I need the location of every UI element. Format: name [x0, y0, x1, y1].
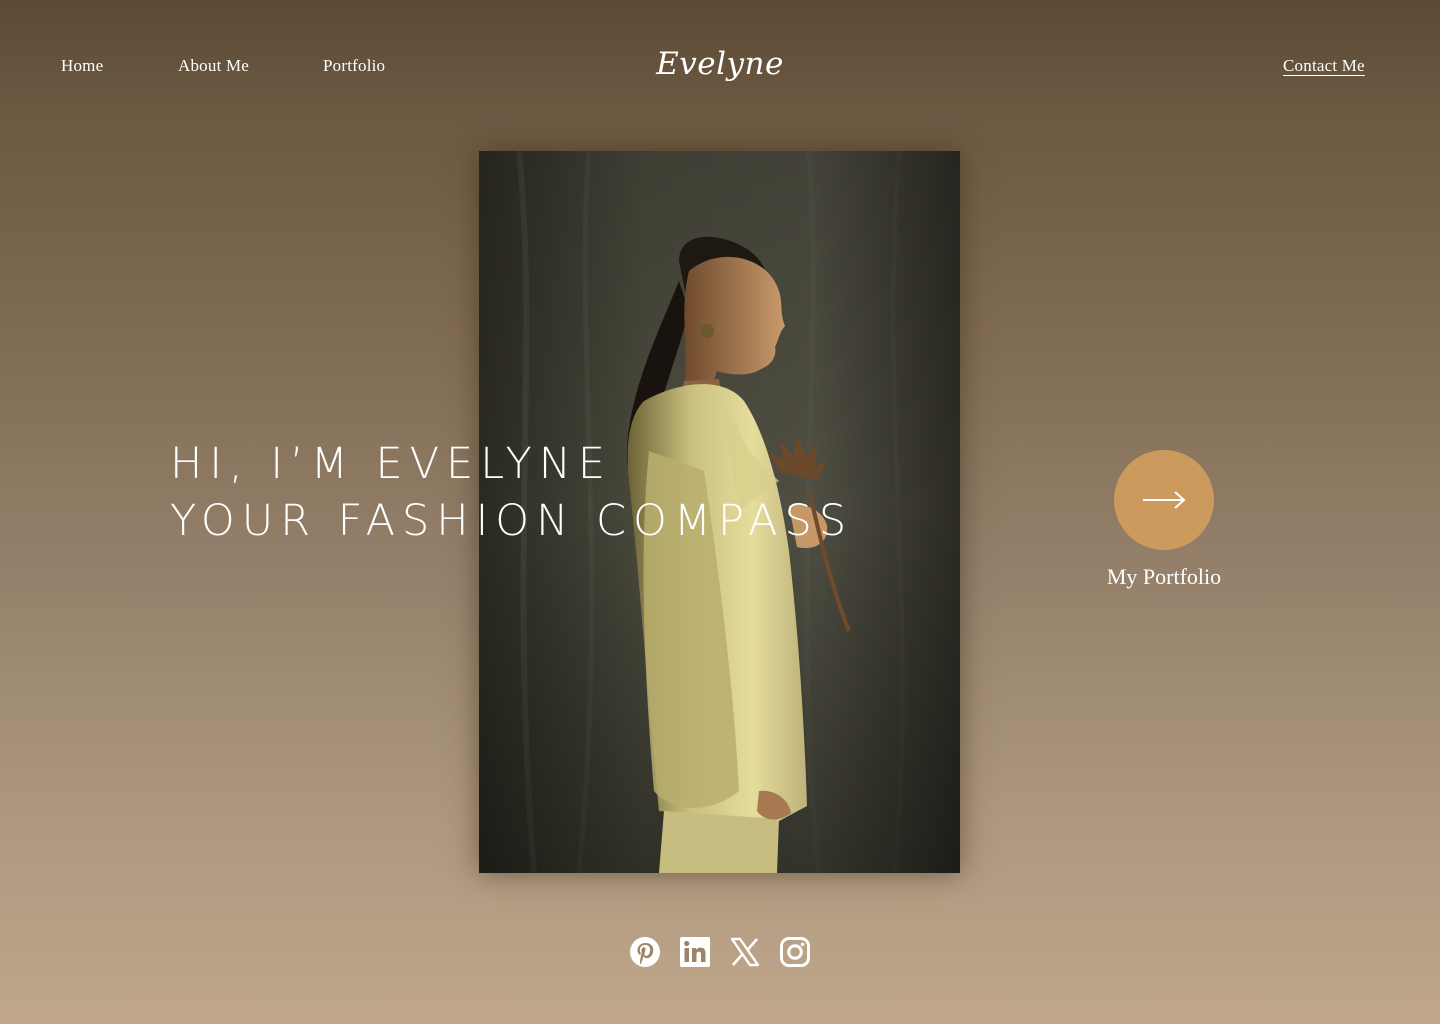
- x-icon[interactable]: [729, 936, 761, 968]
- arrow-right-icon: [1143, 491, 1186, 509]
- instagram-icon[interactable]: [779, 936, 811, 968]
- pinterest-icon[interactable]: [629, 936, 661, 968]
- nav-home-link[interactable]: Home: [61, 56, 103, 76]
- nav-about-link[interactable]: About Me: [178, 56, 249, 76]
- headline-line-1: HI, I’M EVELYNE: [170, 439, 613, 489]
- portfolio-cta-button[interactable]: [1114, 450, 1214, 550]
- portfolio-cta-label[interactable]: My Portfolio: [1064, 564, 1264, 590]
- contact-link[interactable]: Contact Me: [1283, 56, 1365, 76]
- site-logo[interactable]: Evelyne: [620, 46, 820, 82]
- linkedin-icon[interactable]: [679, 936, 711, 968]
- hero-headline: HI, I’M EVELYNE YOUR FASHION COMPASS: [170, 436, 853, 550]
- nav-portfolio-link[interactable]: Portfolio: [323, 56, 385, 76]
- headline-line-2: YOUR FASHION COMPASS: [170, 496, 854, 546]
